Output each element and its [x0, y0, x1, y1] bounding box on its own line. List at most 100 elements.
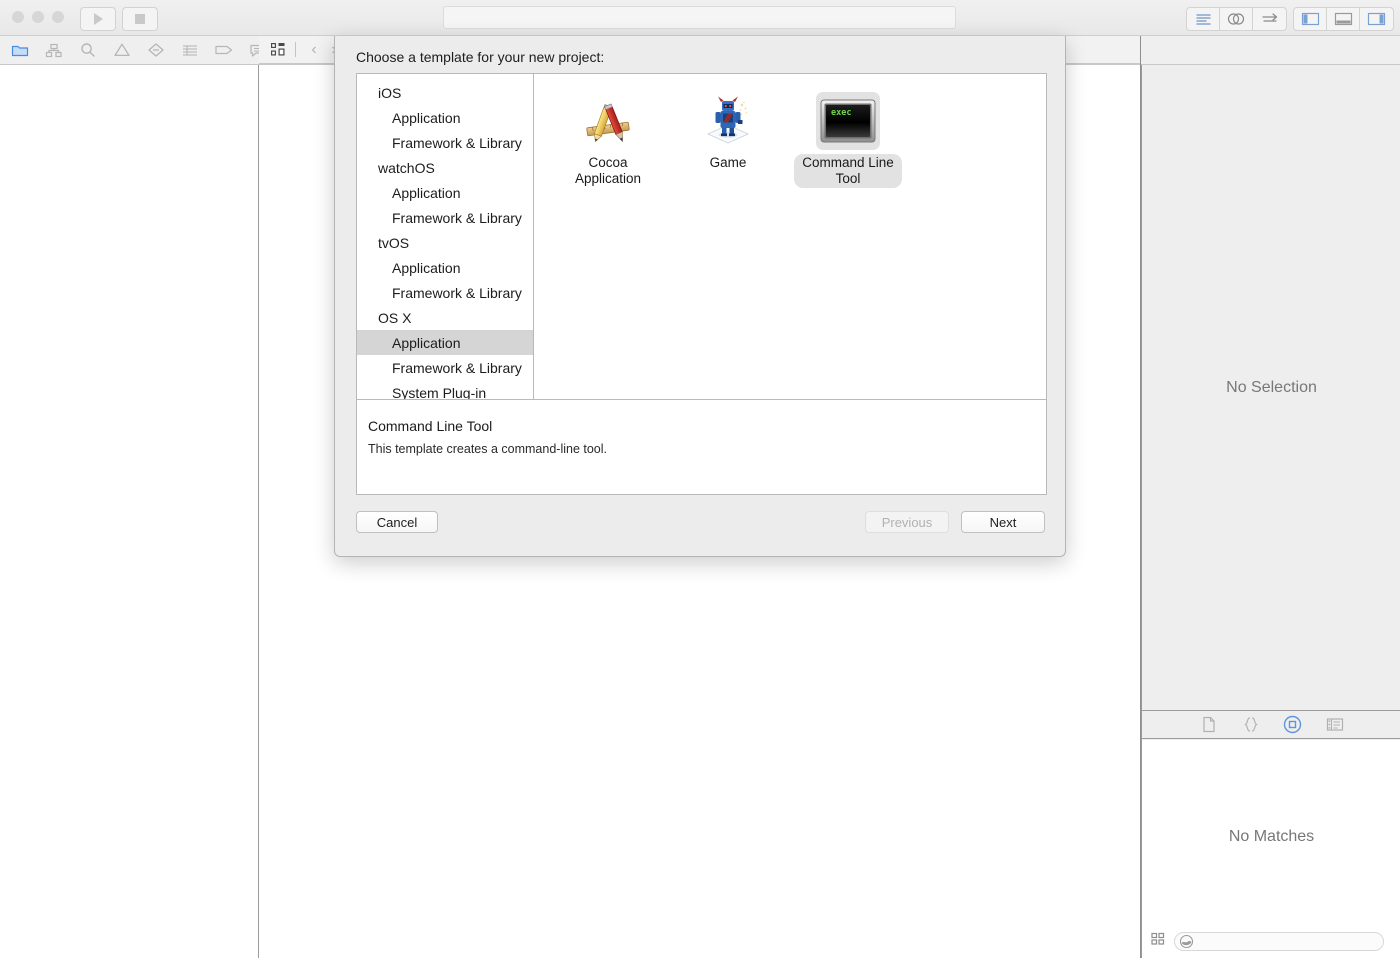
template-icon-container: [576, 92, 640, 150]
play-icon: [93, 13, 103, 25]
template-browser: iOS Application Framework & Library watc…: [357, 74, 1046, 400]
tab-code-snippet-library[interactable]: [1240, 714, 1262, 736]
template-cocoa-application[interactable]: Cocoa Application: [548, 88, 668, 188]
sidebar-item-tvos-framework-library[interactable]: Framework & Library: [357, 280, 533, 305]
template-command-line-tool[interactable]: exec Command Line Tool: [788, 88, 908, 188]
source-control-icon: [45, 43, 62, 57]
editor-mode-group: [1186, 7, 1287, 31]
diamond-icon: [148, 43, 164, 57]
window-controls: [12, 11, 64, 23]
sidebar-item-project-navigator[interactable]: [10, 40, 30, 60]
tab-media-library[interactable]: [1324, 714, 1346, 736]
sidebar-item-watchos[interactable]: watchOS: [357, 155, 533, 180]
sidebar-item-osx-system-plugin[interactable]: System Plug-in: [357, 380, 533, 400]
circle-target-icon: [1283, 715, 1302, 734]
sidebar-item-osx-application[interactable]: Application: [357, 330, 533, 355]
sidebar-item-tvos[interactable]: tvOS: [357, 230, 533, 255]
sidebar-item-ios-application[interactable]: Application: [357, 105, 533, 130]
template-grid: Cocoa Application Game exec Command Line…: [534, 74, 1046, 399]
sidebar-item-tvos-application[interactable]: Application: [357, 255, 533, 280]
toggle-debug-area-icon: [1334, 12, 1352, 26]
assistant-editor-button[interactable]: [1220, 8, 1253, 30]
run-button[interactable]: [80, 7, 116, 31]
tab-file-template-library[interactable]: [1198, 714, 1220, 736]
warning-triangle-icon: [114, 43, 130, 57]
run-stop-group: [80, 7, 158, 31]
sidebar-item-issue-navigator[interactable]: [112, 40, 132, 60]
stop-icon: [135, 14, 145, 24]
filter-circle-icon: [1179, 934, 1194, 949]
media-icon: [1326, 718, 1343, 731]
stop-button[interactable]: [122, 7, 158, 31]
tab-object-library[interactable]: [1282, 714, 1304, 736]
inspector-pane: No Selection No Matches: [1141, 65, 1400, 958]
sidebar-item-osx-framework-library[interactable]: Framework & Library: [357, 355, 533, 380]
document-icon: [1202, 716, 1215, 733]
related-items-button[interactable]: [269, 41, 287, 59]
standard-editor-icon: [1195, 13, 1211, 25]
previous-button[interactable]: Previous: [865, 511, 949, 533]
xcode-window: ‹ › ? No Selection: [0, 0, 1400, 958]
activity-view: [443, 6, 956, 29]
sidebar-item-debug-navigator[interactable]: [180, 40, 200, 60]
sidebar-item-symbol-navigator[interactable]: [78, 40, 98, 60]
jump-bar-divider: [295, 42, 296, 57]
view-mode-button[interactable]: [1150, 931, 1166, 952]
library-content: No Matches: [1142, 740, 1400, 933]
sidebar-item-test-navigator[interactable]: [146, 40, 166, 60]
sidebar-item-osx[interactable]: OS X: [357, 305, 533, 330]
library-selector-bar: [1142, 711, 1400, 739]
library-filter-input[interactable]: [1174, 932, 1384, 951]
close-button[interactable]: [12, 11, 24, 23]
list-icon: [183, 44, 197, 56]
no-matches-message: No Matches: [1228, 827, 1315, 845]
standard-editor-button[interactable]: [1187, 8, 1220, 30]
sidebar-item-source-control-navigator[interactable]: [44, 40, 64, 60]
template-icon-container: [696, 92, 760, 150]
template-description: Command Line Tool This template creates …: [357, 400, 1046, 494]
toggle-navigator-button[interactable]: [1294, 8, 1327, 30]
toggle-utilities-icon: [1367, 12, 1386, 26]
next-button[interactable]: Next: [961, 511, 1045, 533]
navigator-tabs: [10, 36, 268, 64]
svg-text:exec: exec: [831, 108, 851, 118]
grid-view-icon: [1151, 932, 1165, 945]
assistant-editor-icon: [1227, 13, 1245, 25]
sidebar-item-ios[interactable]: iOS: [357, 80, 533, 105]
search-icon: [81, 43, 95, 57]
related-items-icon: [271, 42, 285, 55]
view-toggle-group: [1293, 7, 1394, 31]
no-selection-message: No Selection: [1226, 378, 1317, 396]
game-icon: [706, 96, 750, 144]
cancel-button[interactable]: Cancel: [356, 511, 438, 533]
sheet-title: Choose a template for your new project:: [356, 49, 605, 65]
command-line-tool-icon: exec: [820, 99, 876, 143]
description-title: Command Line Tool: [368, 418, 493, 434]
template-icon-container: exec: [816, 92, 880, 150]
platform-sidebar: iOS Application Framework & Library watc…: [357, 74, 534, 399]
template-label: Command Line Tool: [794, 154, 902, 188]
braces-icon: [1243, 717, 1258, 732]
back-button[interactable]: ‹: [304, 40, 324, 60]
zoom-button[interactable]: [52, 11, 64, 23]
template-label: Cocoa Application: [574, 155, 642, 186]
folder-icon: [11, 45, 29, 56]
minimize-button[interactable]: [32, 11, 44, 23]
sidebar-item-watchos-application[interactable]: Application: [357, 180, 533, 205]
tag-icon: [215, 45, 233, 55]
sidebar-item-breakpoint-navigator[interactable]: [214, 40, 234, 60]
toggle-utilities-button[interactable]: [1360, 8, 1393, 30]
description-body: This template creates a command-line too…: [368, 442, 607, 456]
cocoa-application-icon: [586, 103, 630, 143]
navigator-pane: [0, 65, 259, 958]
new-project-template-sheet: Choose a template for your new project: …: [334, 36, 1066, 557]
version-editor-button[interactable]: [1253, 8, 1286, 30]
sidebar-item-watchos-framework-library[interactable]: Framework & Library: [357, 205, 533, 230]
template-label: Game: [709, 155, 747, 170]
toggle-debug-area-button[interactable]: [1327, 8, 1360, 30]
sidebar-item-ios-framework-library[interactable]: Framework & Library: [357, 130, 533, 155]
toggle-navigator-icon: [1301, 12, 1319, 26]
title-bar: [0, 0, 1400, 36]
template-game[interactable]: Game: [668, 88, 788, 172]
version-editor-icon: [1261, 13, 1277, 22]
